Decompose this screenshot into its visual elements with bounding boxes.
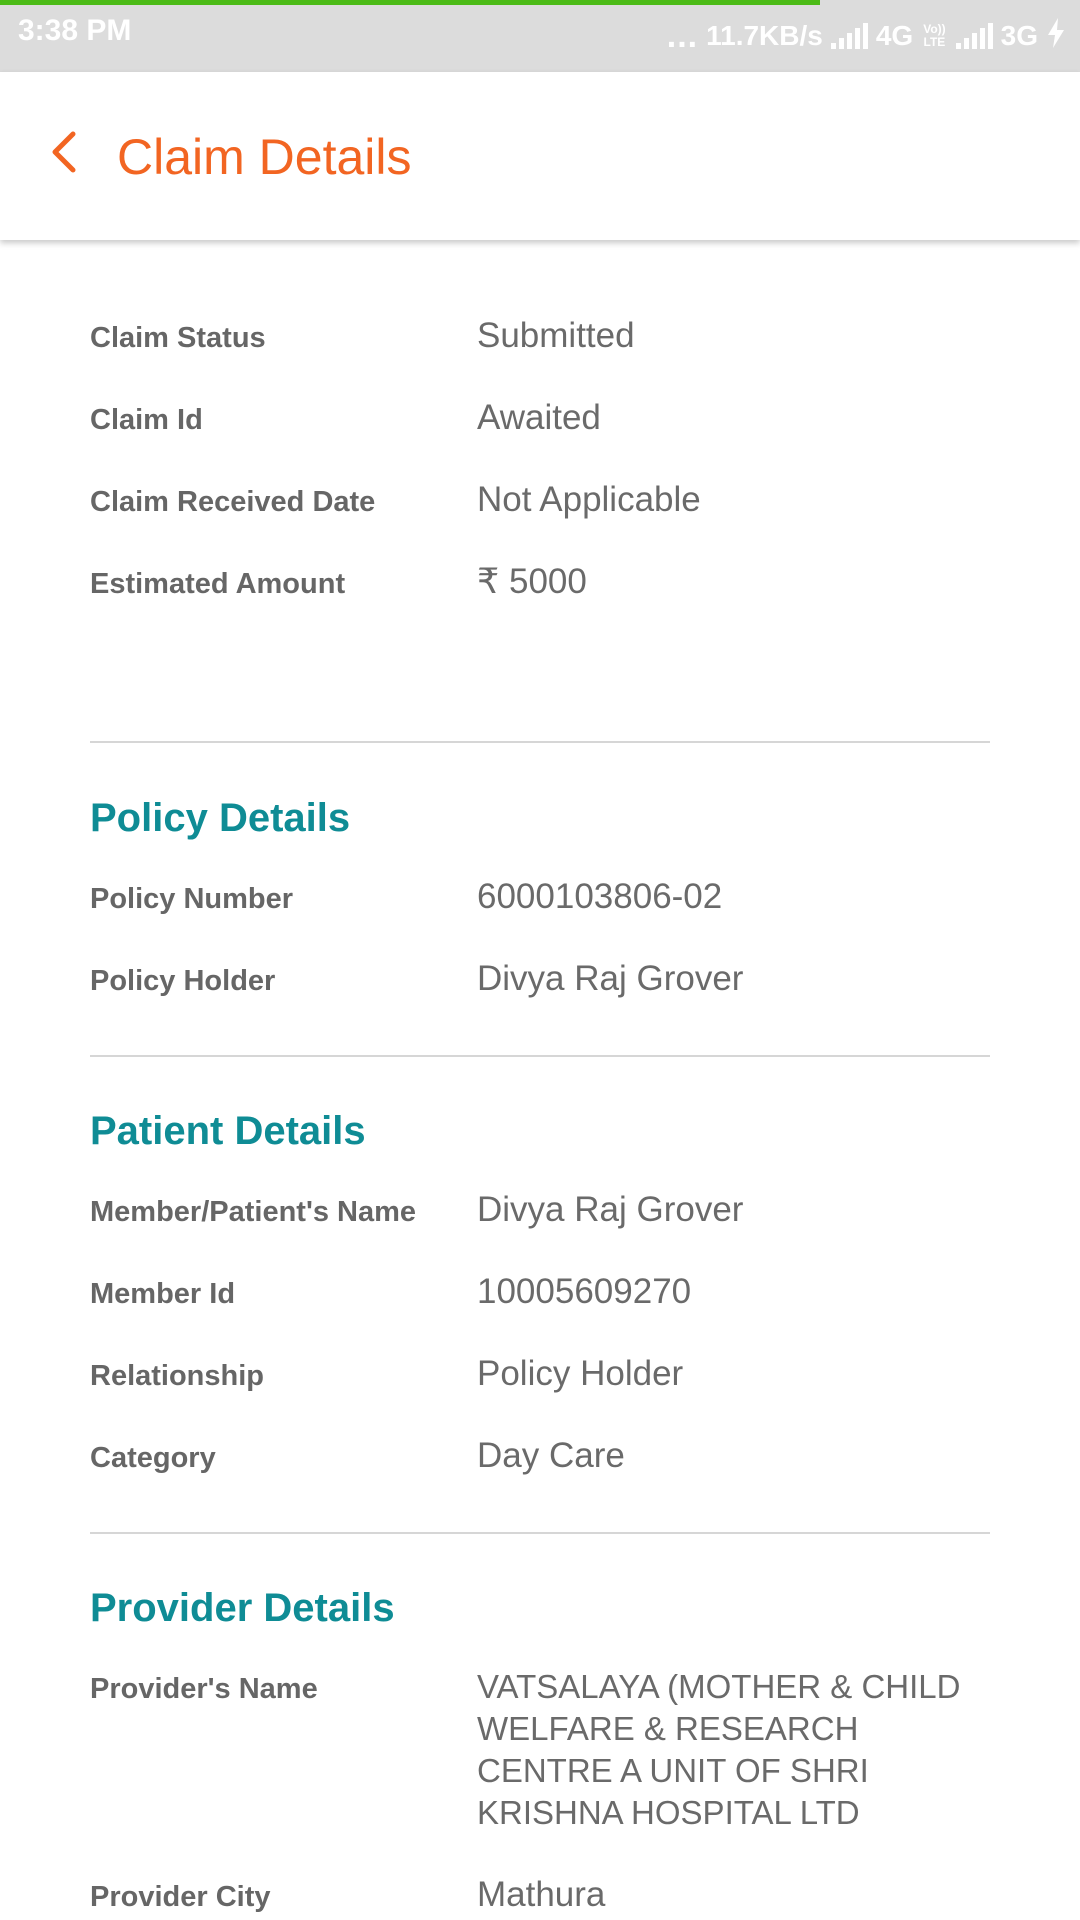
network-speed: 11.7KB/s xyxy=(706,20,823,51)
status-icons: ... 11.7KB/s 4G Vo)) LTE 3G xyxy=(667,14,1066,58)
detail-value: VATSALAYA (MOTHER & CHILD WELFARE & RESE… xyxy=(477,1668,961,1831)
status-time: 3:38 PM xyxy=(18,14,132,47)
section-divider xyxy=(90,741,990,743)
signal-icon-2 xyxy=(955,23,993,49)
detail-label: Relationship xyxy=(90,1360,265,1392)
detail-value: Day Care xyxy=(477,1436,625,1475)
detail-value: Not Applicable xyxy=(477,480,701,519)
detail-value: Submitted xyxy=(477,316,635,355)
chevron-left-icon xyxy=(52,131,76,173)
detail-label: Estimated Amount xyxy=(90,568,346,600)
volte-bottom: LTE xyxy=(923,35,946,49)
loading-progress-bar xyxy=(0,0,820,5)
section-divider xyxy=(90,1055,990,1057)
network-type-3g: 3G xyxy=(1000,20,1038,51)
app-bar: Claim Details xyxy=(0,72,1080,240)
provider-details-heading: Provider Details xyxy=(90,1586,395,1630)
detail-value: Divya Raj Grover xyxy=(477,1190,744,1229)
detail-label: Provider City xyxy=(90,1881,271,1913)
detail-label: Member Id xyxy=(90,1278,236,1310)
detail-label: Claim Received Date xyxy=(90,486,376,518)
detail-value: Divya Raj Grover xyxy=(477,959,744,998)
detail-label: Provider's Name xyxy=(90,1673,318,1705)
policy-details-heading: Policy Details xyxy=(90,796,351,840)
detail-value: 10005609270 xyxy=(477,1272,692,1311)
status-bar: 3:38 PM ... 11.7KB/s 4G Vo)) LTE 3G xyxy=(0,0,1080,72)
detail-label: Claim Status xyxy=(90,322,266,354)
detail-label: Member/Patient's Name xyxy=(90,1196,417,1228)
detail-label: Policy Holder xyxy=(90,965,276,997)
detail-value: Awaited xyxy=(477,398,601,437)
back-button[interactable] xyxy=(34,122,94,182)
network-type-4g: 4G xyxy=(875,20,914,51)
patient-details-heading: Patient Details xyxy=(90,1109,366,1153)
charging-icon xyxy=(1046,17,1066,55)
detail-label: Policy Number xyxy=(90,883,294,915)
detail-value: Policy Holder xyxy=(477,1354,684,1393)
signal-icon xyxy=(830,23,868,49)
page-title: Claim Details xyxy=(117,129,412,185)
volte-icon: Vo)) LTE xyxy=(921,23,947,49)
detail-value: 6000103806-02 xyxy=(477,877,723,916)
more-notifications-icon: ... xyxy=(666,17,699,55)
detail-value: Mathura xyxy=(477,1875,606,1914)
section-divider xyxy=(90,1532,990,1534)
detail-label: Claim Id xyxy=(90,404,203,436)
detail-value: ₹ 5000 xyxy=(477,562,587,601)
detail-label: Category xyxy=(90,1442,216,1474)
